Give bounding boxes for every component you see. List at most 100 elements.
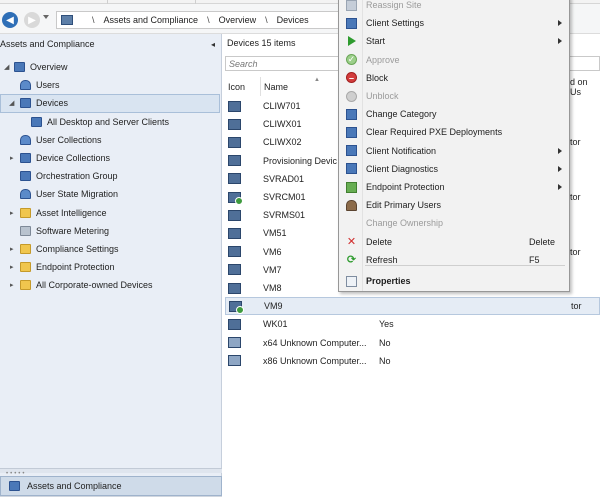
workspace-label: Assets and Compliance bbox=[27, 481, 122, 491]
menu-item-change-category[interactable]: Change Category bbox=[340, 105, 569, 123]
menu-item-label: Start bbox=[366, 36, 386, 47]
menu-item-client-diagnostics[interactable]: Client Diagnostics bbox=[340, 160, 569, 178]
breadcrumb-overview[interactable]: Overview bbox=[219, 15, 257, 25]
submenu-arrow-icon bbox=[558, 184, 562, 191]
menu-item-shortcut: F5 bbox=[529, 254, 540, 265]
folder-icon bbox=[20, 280, 31, 291]
expand-icon[interactable]: ▸ bbox=[10, 154, 14, 162]
menu-item-label: Change Ownership bbox=[366, 218, 444, 229]
expand-icon[interactable]: ▸ bbox=[10, 209, 14, 217]
menu-item-start[interactable]: Start bbox=[340, 32, 569, 50]
tree-item-users[interactable]: Users bbox=[0, 76, 220, 94]
menu-item-label: Clear Required PXE Deployments bbox=[366, 127, 503, 138]
expand-icon[interactable]: ◢ bbox=[4, 63, 9, 71]
table-row[interactable]: x86 Unknown Computer... No bbox=[225, 352, 600, 370]
menu-item-properties[interactable]: Properties bbox=[340, 272, 569, 290]
device-icon bbox=[228, 209, 241, 221]
menu-item-client-notification[interactable]: Client Notification bbox=[340, 142, 569, 160]
tree-item-orchestration-group[interactable]: Orchestration Group bbox=[0, 167, 220, 185]
collapse-pane-icon[interactable]: ◂ bbox=[211, 40, 215, 49]
tree-item-label: All Desktop and Server Clients bbox=[47, 116, 170, 127]
device-collection-icon bbox=[31, 116, 42, 127]
table-row[interactable]: WK01 Yes bbox=[225, 315, 600, 333]
device-icon bbox=[228, 264, 241, 276]
client-diagnostics-icon bbox=[346, 163, 357, 175]
client-settings-icon bbox=[346, 17, 357, 29]
context-menu: Reassign Site Client Settings Start ✓ Approv… bbox=[338, 0, 570, 292]
menu-item-label: Reassign Site bbox=[366, 0, 422, 11]
list-title: Devices 15 items bbox=[227, 38, 296, 48]
back-arrow-icon[interactable]: ◀ bbox=[2, 12, 18, 28]
column-header-name[interactable]: Name bbox=[261, 77, 341, 96]
device-icon bbox=[228, 100, 241, 112]
tree-item-label: Compliance Settings bbox=[36, 243, 119, 254]
menu-item-change-ownership: Change Ownership bbox=[340, 214, 569, 232]
menu-item-label: Unblock bbox=[366, 91, 399, 102]
menu-item-endpoint-protection[interactable]: Endpoint Protection bbox=[340, 178, 569, 196]
table-row[interactable]: x64 Unknown Computer... No bbox=[225, 334, 600, 352]
forward-arrow-icon[interactable]: ▶ bbox=[24, 12, 40, 28]
device-icon bbox=[228, 282, 241, 294]
menu-item-edit-primary-users[interactable]: Edit Primary Users bbox=[340, 196, 569, 214]
menu-item-reassign-site: Reassign Site bbox=[340, 0, 569, 14]
pane-splitter[interactable] bbox=[0, 468, 222, 473]
tree-item-software-metering[interactable]: Software Metering bbox=[0, 222, 220, 240]
assets-compliance-icon bbox=[9, 481, 20, 491]
tree-item-endpoint-protection[interactable]: ▸ Endpoint Protection bbox=[0, 258, 220, 276]
menu-item-label: Change Category bbox=[366, 109, 437, 120]
folder-icon bbox=[20, 207, 31, 218]
device-icon bbox=[228, 118, 241, 130]
menu-item-delete[interactable]: ✕ Delete Delete bbox=[340, 233, 569, 251]
orchestration-icon bbox=[20, 171, 31, 182]
device-icon bbox=[228, 136, 241, 148]
breadcrumb: \ Assets and Compliance \ Overview \ Dev… bbox=[56, 11, 356, 29]
device-client-ok-icon bbox=[229, 300, 244, 314]
breadcrumb-assets[interactable]: Assets and Compliance bbox=[104, 15, 199, 25]
history-dropdown-icon[interactable] bbox=[43, 15, 49, 19]
tree-item-devices[interactable]: ◢ Devices bbox=[0, 94, 220, 113]
menu-item-clear-required-pxe-deployments[interactable]: Clear Required PXE Deployments bbox=[340, 123, 569, 141]
column-header-truncated[interactable]: d on Us bbox=[567, 77, 600, 97]
console-root-icon[interactable] bbox=[61, 15, 73, 25]
tree-item-all-corporate-owned-devices[interactable]: ▸ All Corporate-owned Devices bbox=[0, 276, 220, 294]
submenu-arrow-icon bbox=[558, 147, 562, 154]
expand-icon[interactable]: ▸ bbox=[10, 263, 14, 271]
expand-icon[interactable]: ◢ bbox=[9, 99, 14, 107]
unknown-computer-icon bbox=[228, 337, 241, 349]
menu-item-client-settings[interactable]: Client Settings bbox=[340, 14, 569, 32]
tree-item-label: Software Metering bbox=[36, 225, 110, 236]
navigation-pane: Assets and Compliance ◂ ◢ Overview Users… bbox=[0, 34, 222, 503]
workspace-button-assets-and-compliance[interactable]: Assets and Compliance bbox=[0, 476, 222, 496]
properties-icon bbox=[346, 275, 357, 287]
menu-item-approve: ✓ Approve bbox=[340, 51, 569, 69]
approve-icon: ✓ bbox=[346, 54, 357, 66]
tree-item-compliance-settings[interactable]: ▸ Compliance Settings bbox=[0, 240, 220, 258]
device-icon bbox=[228, 227, 241, 239]
breadcrumb-separator: \ bbox=[207, 15, 210, 25]
tree-item-asset-intelligence[interactable]: ▸ Asset Intelligence bbox=[0, 204, 220, 222]
column-header-icon[interactable]: Icon bbox=[225, 77, 261, 96]
device-icon bbox=[228, 246, 241, 258]
tree-item-all-desktop-server-clients[interactable]: All Desktop and Server Clients bbox=[0, 113, 220, 131]
column-header-label: Name bbox=[264, 81, 289, 92]
start-icon bbox=[348, 36, 356, 47]
tree-item-label: Endpoint Protection bbox=[36, 262, 115, 273]
devices-icon bbox=[20, 98, 31, 109]
tree-item-user-collections[interactable]: User Collections bbox=[0, 131, 220, 149]
menu-item-label: Block bbox=[366, 72, 389, 83]
menu-item-refresh[interactable]: ⟳ Refresh F5 bbox=[340, 251, 569, 269]
tree-item-label: Devices bbox=[36, 98, 69, 109]
breadcrumb-devices[interactable]: Devices bbox=[277, 15, 309, 25]
device-name: VM9 bbox=[264, 301, 283, 312]
table-row[interactable]: VM9 tor bbox=[225, 297, 600, 316]
expand-icon[interactable]: ▸ bbox=[10, 281, 14, 289]
menu-item-block[interactable]: – Block bbox=[340, 69, 569, 87]
context-menu-separator bbox=[365, 265, 565, 266]
menu-item-unblock: Unblock bbox=[340, 87, 569, 105]
tree-item-overview[interactable]: ◢ Overview bbox=[0, 58, 220, 76]
tree-item-user-state-migration[interactable]: User State Migration bbox=[0, 185, 220, 203]
tree-item-device-collections[interactable]: ▸ Device Collections bbox=[0, 149, 220, 167]
device-icon bbox=[228, 155, 241, 167]
tree-item-label: All Corporate-owned Devices bbox=[36, 280, 153, 291]
expand-icon[interactable]: ▸ bbox=[10, 245, 14, 253]
